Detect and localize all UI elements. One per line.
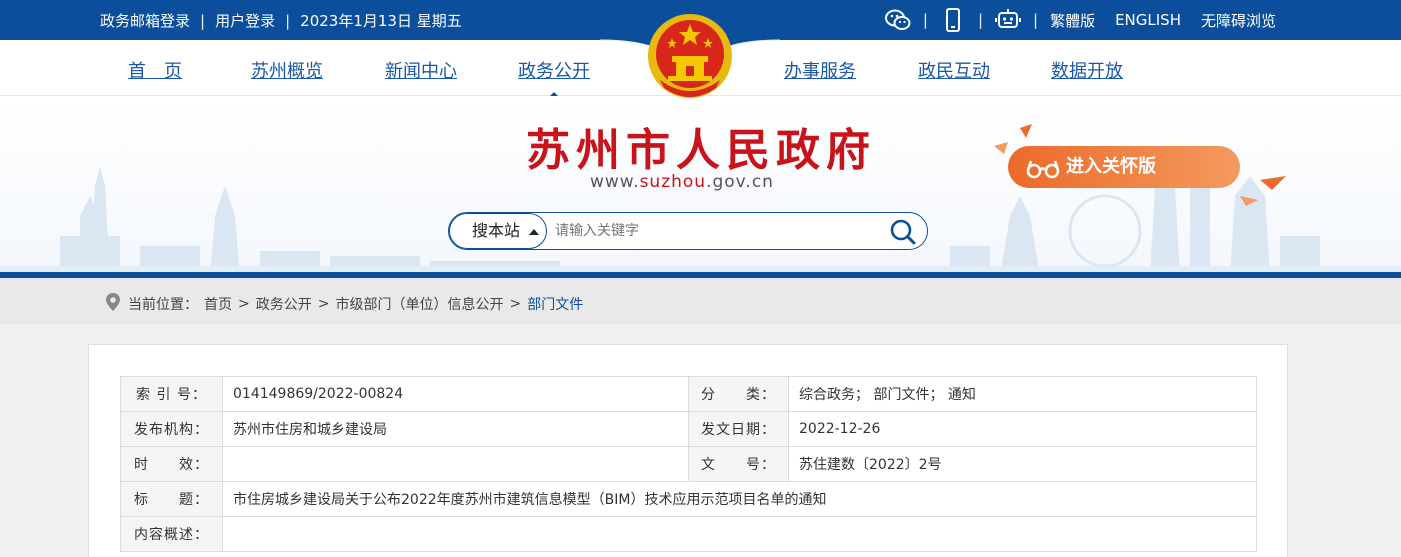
divider: | xyxy=(285,11,291,30)
care-mode-banner[interactable]: 进入关怀版 xyxy=(990,120,1290,210)
glasses-icon xyxy=(1026,155,1060,197)
table-row: 索 引 号： 014149869/2022-00824 分 类： 综合政务； 部… xyxy=(120,376,1257,412)
search-scope-dropdown[interactable]: 搜本站 xyxy=(449,213,547,249)
site-url-accent: suzhou xyxy=(639,172,707,192)
top-bar-right: | | | 繁體版 ENGLISH 无障碍浏览 xyxy=(884,8,1276,32)
date-label: 发文日期： xyxy=(688,411,789,447)
user-login-link[interactable]: 用户登录 xyxy=(215,10,275,31)
summary-label: 内容概述： xyxy=(120,516,223,552)
issuer-value: 苏州市住房和城乡建设局 xyxy=(222,411,689,447)
table-row: 发布机构： 苏州市住房和城乡建设局 发文日期： 2022-12-26 xyxy=(120,411,1257,447)
table-row: 内容概述： xyxy=(120,516,1257,552)
site-title: 苏州市人民政府 xyxy=(526,125,876,176)
breadcrumb-gov-affairs[interactable]: 政务公开 xyxy=(256,294,312,314)
robot-icon[interactable] xyxy=(995,8,1021,32)
table-row: 标 题： 市住房城乡建设局关于公布2022年度苏州市建筑信息模型（BIM）技术应… xyxy=(120,481,1257,517)
caret-up-icon xyxy=(529,229,539,235)
site-search: 搜本站 xyxy=(448,212,928,250)
category-label: 分 类： xyxy=(688,376,789,412)
english-link[interactable]: ENGLISH xyxy=(1115,11,1181,29)
divider: | xyxy=(977,11,983,29)
nav-item-news[interactable]: 新闻中心 xyxy=(385,57,457,83)
search-input[interactable] xyxy=(555,221,875,241)
nav-item-overview[interactable]: 苏州概览 xyxy=(251,57,323,83)
banner: 苏州市人民政府 www.suzhou.gov.cn 进入关怀版 搜本站 xyxy=(0,96,1401,276)
document-meta-table: 索 引 号： 014149869/2022-00824 分 类： 综合政务； 部… xyxy=(120,376,1257,552)
divider: | xyxy=(1033,11,1039,29)
breadcrumb-current[interactable]: 部门文件 xyxy=(527,294,583,314)
table-row: 时 效： 文 号： 苏住建数〔2022〕2号 xyxy=(120,446,1257,482)
breadcrumb-home[interactable]: 首页 xyxy=(204,294,232,314)
index-label: 索 引 号： xyxy=(120,376,223,412)
national-emblem-area xyxy=(599,0,781,108)
care-mode-button[interactable]: 进入关怀版 xyxy=(1008,146,1240,188)
breadcrumb-separator: > xyxy=(509,296,522,312)
mobile-icon[interactable] xyxy=(940,8,966,32)
issuer-label: 发布机构： xyxy=(120,411,223,447)
index-value: 014149869/2022-00824 xyxy=(222,376,689,412)
breadcrumb-separator: > xyxy=(317,296,330,312)
nav-item-home[interactable]: 首 页 xyxy=(128,57,182,83)
validity-label: 时 效： xyxy=(120,446,223,482)
divider: | xyxy=(922,11,928,29)
title-label: 标 题： xyxy=(120,481,223,517)
nav-item-gov-affairs[interactable]: 政务公开 xyxy=(518,57,590,101)
docno-label: 文 号： xyxy=(688,446,789,482)
breadcrumb: 当前位置： 首页 > 政务公开 > 市级部门（单位）信息公开 > 部门文件 xyxy=(0,278,1401,324)
accessibility-link[interactable]: 无障碍浏览 xyxy=(1201,10,1276,31)
top-bar-left: 政务邮箱登录 | 用户登录 | 2023年1月13日 星期五 xyxy=(100,10,462,31)
site-url: www.suzhou.gov.cn xyxy=(590,172,774,192)
traditional-chinese-link[interactable]: 繁體版 xyxy=(1050,10,1095,31)
care-mode-label: 进入关怀版 xyxy=(1066,156,1156,177)
breadcrumb-prefix: 当前位置： xyxy=(128,297,198,313)
breadcrumb-separator: > xyxy=(238,296,250,312)
category-value: 综合政务； 部门文件； 通知 xyxy=(788,376,1257,412)
search-icon[interactable] xyxy=(889,218,917,246)
wechat-icon[interactable] xyxy=(884,8,911,32)
date-value: 2022-12-26 xyxy=(788,411,1257,447)
divider: | xyxy=(200,11,206,30)
docno-value: 苏住建数〔2022〕2号 xyxy=(788,446,1257,482)
title-value: 市住房城乡建设局关于公布2022年度苏州市建筑信息模型（BIM）技术应用示范项目… xyxy=(222,481,1257,517)
location-pin-icon xyxy=(104,292,122,316)
summary-value xyxy=(222,516,1257,552)
current-date: 2023年1月13日 星期五 xyxy=(300,12,462,30)
search-scope-label: 搜本站 xyxy=(472,221,521,240)
national-emblem-icon xyxy=(644,10,736,108)
nav-item-services[interactable]: 办事服务 xyxy=(784,57,856,83)
site-url-prefix: www. xyxy=(590,172,640,192)
breadcrumb-dept-info[interactable]: 市级部门（单位）信息公开 xyxy=(335,294,503,314)
nav-item-open-data[interactable]: 数据开放 xyxy=(1051,57,1123,83)
site-url-suffix: .gov.cn xyxy=(706,172,774,192)
document-info-panel: 索 引 号： 014149869/2022-00824 分 类： 综合政务； 部… xyxy=(88,344,1288,557)
mail-login-link[interactable]: 政务邮箱登录 xyxy=(100,10,190,31)
nav-item-interaction[interactable]: 政民互动 xyxy=(918,57,990,83)
validity-value xyxy=(222,446,689,482)
